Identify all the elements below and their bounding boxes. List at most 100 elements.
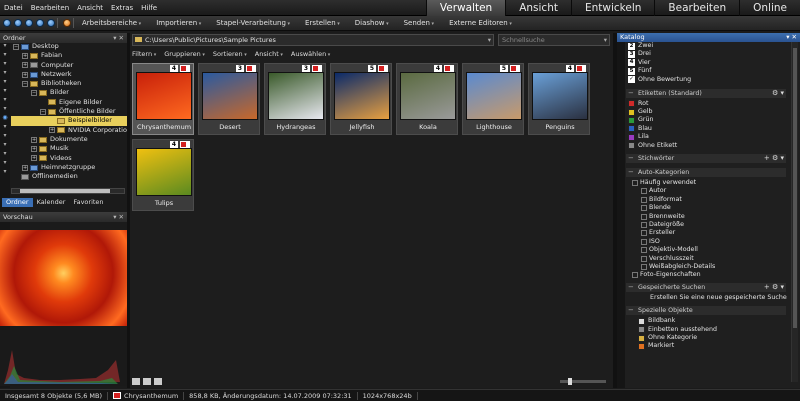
forward-icon[interactable] <box>14 19 22 27</box>
search-input[interactable]: Schnellsuche ▾ <box>498 34 610 46</box>
saved-searches-section[interactable]: Gespeicherte Suchen + ⚙ ▾ <box>626 283 786 293</box>
tree-item[interactable]: + Videos <box>11 154 127 163</box>
rating-badge[interactable]: 4 <box>170 141 178 148</box>
tab-ordner[interactable]: Ordner <box>2 198 33 207</box>
tab-kalender[interactable]: Kalender <box>33 198 70 207</box>
rating-filter[interactable]: 4 Vier <box>628 59 650 67</box>
rating-badge[interactable]: 3 <box>236 65 244 72</box>
expand-icon[interactable]: + <box>31 136 37 143</box>
auto-category[interactable]: Blende <box>641 204 671 212</box>
auto-category[interactable]: Foto-Eigenschaften <box>632 271 701 279</box>
expand-icon[interactable]: + <box>22 62 28 69</box>
menu-bearbeiten[interactable]: Bearbeiten <box>27 0 73 16</box>
thumbnail-penguins[interactable]: 4 Penguins <box>528 63 590 135</box>
thumbnail-lighthouse[interactable]: 5 Lighthouse <box>462 63 524 135</box>
auto-category[interactable]: Autor <box>641 187 666 195</box>
dropdown-icon[interactable]: ▾ <box>604 35 607 45</box>
thumbnail-tulips[interactable]: 4 Tulips <box>132 139 194 211</box>
auto-category[interactable]: ISO <box>641 238 660 246</box>
flag-icon[interactable] <box>312 65 322 72</box>
expand-icon[interactable]: + <box>31 155 37 162</box>
auto-category[interactable]: Verschlusszeit <box>641 255 694 263</box>
expand-icon[interactable]: + <box>22 71 28 78</box>
scrollbar-thumb[interactable] <box>793 48 797 328</box>
label-filter[interactable]: Blau <box>628 125 652 133</box>
auto-category[interactable]: Bildformat <box>641 196 682 204</box>
section-actions-icon[interactable]: ⚙ ▾ <box>772 89 784 98</box>
tree-item[interactable]: Beispielbilder <box>11 116 127 126</box>
zoom-slider[interactable] <box>560 378 606 385</box>
menu-extras[interactable]: Extras <box>107 0 137 16</box>
tab-favoriten[interactable]: Favoriten <box>69 198 107 207</box>
rating-badge[interactable]: 3 <box>302 65 310 72</box>
expand-icon[interactable]: + <box>22 52 28 59</box>
expand-icon[interactable]: + <box>49 127 55 134</box>
panel-controls-icon[interactable]: ▾ ✕ <box>786 33 797 42</box>
keywords-section[interactable]: Stichwörter + ⚙ ▾ <box>626 154 786 164</box>
special-item[interactable]: Bildbank <box>638 317 675 325</box>
flag-icon[interactable] <box>180 141 190 148</box>
tab-online[interactable]: Online <box>739 0 800 16</box>
tree-item[interactable]: − Bibliotheken <box>11 79 127 88</box>
tree-item[interactable]: + Heimnetzgruppe <box>11 163 127 172</box>
rating-filter[interactable]: 2 Zwei <box>628 42 653 50</box>
rating-filter[interactable]: ✓ Ohne Bewertung <box>628 76 691 84</box>
saved-search-create[interactable]: Erstellen Sie eine neue gespeicherte Suc… <box>650 294 787 302</box>
path-field[interactable]: C:\Users\Public\Pictures\Sample Pictures… <box>132 34 494 46</box>
group-menu[interactable]: Gruppieren <box>164 50 213 60</box>
filter-menu[interactable]: Filtern <box>132 50 164 60</box>
special-items-section[interactable]: Spezielle Objekte <box>626 306 786 316</box>
catalog-scrollbar[interactable] <box>791 42 798 382</box>
toolbar-erstellen[interactable]: Erstellen <box>299 19 349 27</box>
auto-category[interactable]: Ersteller <box>641 229 675 237</box>
menu-ansicht[interactable]: Ansicht <box>73 0 107 16</box>
view-menu[interactable]: Ansicht <box>255 50 291 60</box>
label-filter[interactable]: Gelb <box>628 108 653 116</box>
up-folder-icon[interactable] <box>25 19 33 27</box>
tree-item[interactable]: − Öffentliche Bilder <box>11 107 127 116</box>
auto-category[interactable]: Weißabgleich-Details <box>641 263 715 271</box>
tree-item[interactable]: + Musik <box>11 144 127 153</box>
expand-icon[interactable]: + <box>22 164 28 171</box>
refresh-icon[interactable] <box>36 19 44 27</box>
auto-categories-section[interactable]: Auto-Kategorien <box>626 167 786 177</box>
toolbar-senden[interactable]: Senden <box>398 19 443 27</box>
tree-item[interactable]: + Computer <box>11 61 127 70</box>
flag-icon[interactable] <box>510 65 520 72</box>
auto-category[interactable]: Häufig verwendet <box>632 179 696 187</box>
tree-item[interactable]: − Bilder <box>11 88 127 97</box>
expand-icon[interactable]: − <box>22 80 28 87</box>
tab-entwickeln[interactable]: Entwickeln <box>570 0 654 16</box>
flag-icon[interactable] <box>444 65 454 72</box>
special-item[interactable]: Markiert <box>638 342 674 350</box>
flag-icon[interactable] <box>576 65 586 72</box>
flag-icon[interactable] <box>246 65 256 72</box>
tree-item[interactable]: − Desktop <box>11 42 127 51</box>
thumbnail-koala[interactable]: 4 Koala <box>396 63 458 135</box>
section-actions-icon[interactable]: + ⚙ ▾ <box>764 283 784 292</box>
dropdown-icon[interactable]: ▾ <box>488 35 491 45</box>
rating-badge[interactable]: 5 <box>368 65 376 72</box>
browse-icon[interactable] <box>47 19 55 27</box>
tab-verwalten[interactable]: Verwalten <box>425 0 506 16</box>
auto-category[interactable]: Objektiv-Modell <box>641 246 698 254</box>
tab-bearbeiten[interactable]: Bearbeiten <box>654 0 739 16</box>
label-filter[interactable]: Ohne Etikett <box>628 142 677 150</box>
tree-item[interactable]: + NVIDIA Corporatio <box>11 126 127 135</box>
sort-menu[interactable]: Sortieren <box>213 50 255 60</box>
label-filter[interactable]: Lila <box>628 133 649 141</box>
label-filter[interactable]: Rot <box>628 100 648 108</box>
panel-controls-icon[interactable]: ▾ ✕ <box>113 212 124 222</box>
rating-filter[interactable]: 3 Drei <box>628 50 651 59</box>
thumbnail-hydrangeas[interactable]: 3 Hydrangeas <box>264 63 326 135</box>
flag-icon[interactable] <box>180 65 190 72</box>
rating-badge[interactable]: 4 <box>434 65 442 72</box>
zoom-slider-thumb[interactable] <box>568 378 572 385</box>
flag-icon[interactable] <box>378 65 388 72</box>
expand-icon[interactable]: − <box>13 43 19 50</box>
special-item[interactable]: Einbetten ausstehend <box>638 326 717 334</box>
rating-filter[interactable]: 5 Fünf <box>628 67 651 75</box>
expand-icon[interactable]: − <box>31 90 37 97</box>
select-menu[interactable]: Auswählen <box>291 50 338 60</box>
special-item[interactable]: Ohne Kategorie <box>638 334 697 342</box>
